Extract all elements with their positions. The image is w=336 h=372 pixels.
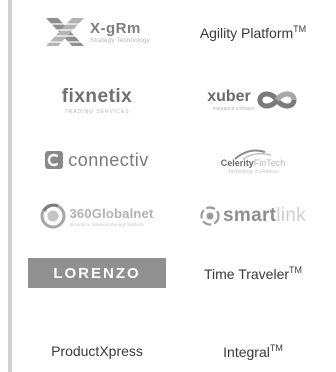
globe-ring-icon bbox=[40, 203, 66, 229]
left-divider bbox=[8, 0, 12, 372]
agility-platform-text: Agility PlatformTM bbox=[200, 24, 306, 41]
xgrm-wordmark: X-gRm Strategy Technology bbox=[90, 20, 150, 44]
smartlink-name-primary: smart bbox=[223, 205, 277, 226]
xgrm-name: X-gRm bbox=[90, 20, 141, 37]
fixnetix-wordmark: fixnetix TRADING SERVICES bbox=[62, 86, 133, 115]
celerity-name-secondary: FinTech bbox=[253, 157, 286, 168]
agility-platform-tm: TM bbox=[293, 23, 307, 34]
connectiv-c-icon bbox=[45, 151, 64, 169]
fixnetix-tagline: TRADING SERVICES bbox=[64, 108, 130, 115]
x-grm-mark-icon bbox=[46, 18, 85, 46]
lorenzo-logo[interactable]: LORENZO bbox=[22, 248, 172, 298]
celerity-wordmark: CelerityFinTech Technology in Finance bbox=[221, 146, 286, 175]
connectiv-name: connectiv bbox=[68, 149, 149, 170]
agility-platform-logo[interactable]: Agility PlatformTM bbox=[176, 8, 330, 56]
time-traveler-tm: TM bbox=[289, 264, 303, 275]
360globalnet-name: 360Globalnet bbox=[69, 205, 154, 221]
time-traveler-logo[interactable]: Time TravelerTM bbox=[176, 248, 330, 298]
integral-name: Integral bbox=[223, 343, 270, 360]
fixnetix-logo[interactable]: fixnetix TRADING SERVICES bbox=[22, 76, 172, 124]
xuber-logo[interactable]: xuber insurance software bbox=[176, 76, 330, 124]
infinity-loop-icon bbox=[257, 91, 297, 109]
smartlink-name-secondary: link bbox=[276, 205, 306, 226]
integral-text: IntegralTM bbox=[223, 343, 283, 360]
xgrm-logo[interactable]: X-gRm Strategy Technology bbox=[22, 8, 172, 56]
smartlink-swirl-icon bbox=[200, 206, 220, 226]
productxpress-name: ProductXpress bbox=[51, 343, 143, 359]
xgrm-tagline: Strategy Technology bbox=[90, 38, 150, 44]
agility-platform-name: Agility Platform bbox=[199, 24, 294, 41]
360globalnet-text: 360Globalnet Innovation delivered throug… bbox=[69, 206, 153, 227]
smartlink-logo[interactable]: smartlink bbox=[176, 194, 330, 238]
integral-logo[interactable]: IntegralTM bbox=[176, 334, 330, 368]
xuber-tagline: insurance software bbox=[212, 106, 255, 112]
connectiv-wordmark: connectiv bbox=[45, 150, 149, 171]
xuber-name: xuber bbox=[207, 88, 251, 105]
time-traveler-text: Time TravelerTM bbox=[204, 265, 302, 282]
lorenzo-badge: LORENZO bbox=[28, 258, 166, 288]
360globalnet-wordmark: 360Globalnet Innovation delivered throug… bbox=[40, 203, 153, 229]
smartlink-name: smartlink bbox=[223, 205, 306, 227]
time-traveler-name: Time Traveler bbox=[203, 265, 290, 282]
fixnetix-name: fixnetix bbox=[61, 85, 133, 107]
celerity-tagline: Technology in Finance bbox=[228, 168, 278, 175]
productxpress-logo[interactable]: ProductXpress bbox=[22, 334, 172, 368]
celerity-name: CelerityFinTech bbox=[221, 158, 286, 168]
celerity-fintech-logo[interactable]: CelerityFinTech Technology in Finance bbox=[176, 140, 330, 180]
xuber-wordmark: xuber insurance software bbox=[207, 88, 299, 112]
integral-tm: TM bbox=[269, 342, 283, 353]
360globalnet-logo[interactable]: 360Globalnet Innovation delivered throug… bbox=[22, 194, 172, 238]
smartlink-wordmark: smartlink bbox=[200, 205, 306, 227]
celerity-name-primary: Celerity bbox=[220, 157, 254, 168]
connectiv-logo[interactable]: connectiv bbox=[22, 140, 172, 180]
360globalnet-tagline: Innovation delivered through platform bbox=[69, 221, 144, 227]
